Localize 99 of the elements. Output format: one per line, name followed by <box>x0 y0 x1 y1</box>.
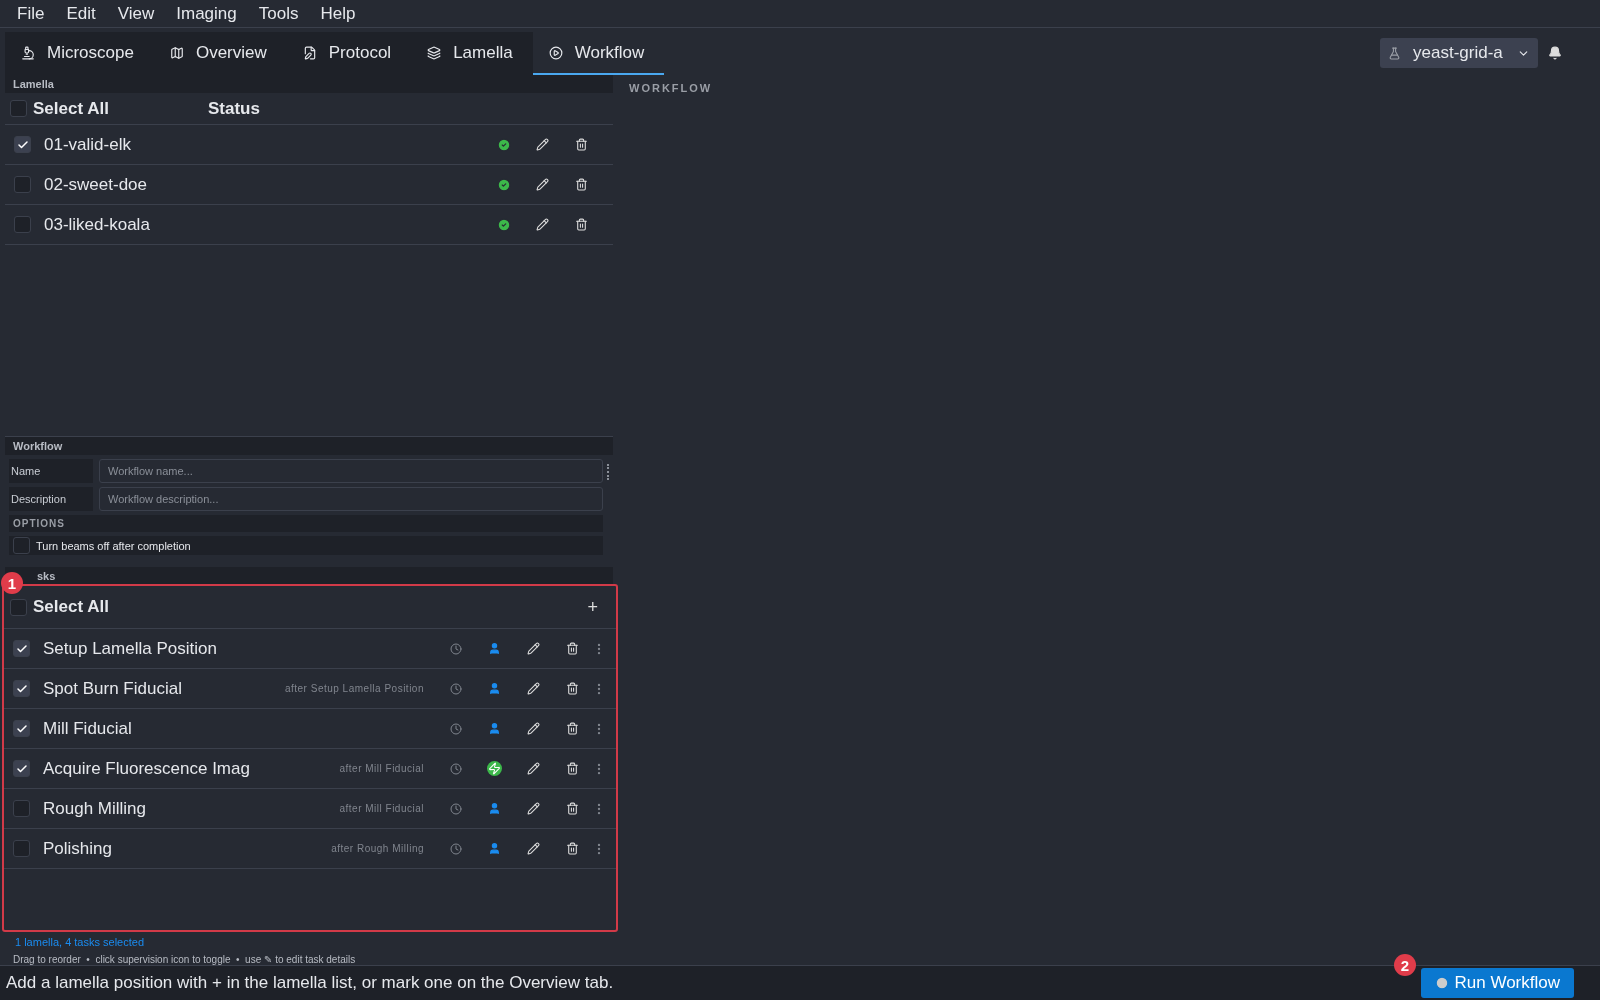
section-title: Lamella <box>5 75 613 93</box>
menu-item[interactable]: File <box>8 3 54 24</box>
task-name: Setup Lamella Position <box>43 638 218 659</box>
input-field[interactable]: Workflow description... <box>99 487 603 511</box>
checkbox[interactable] <box>13 640 30 657</box>
edit-icon[interactable] <box>527 802 540 815</box>
delete-icon[interactable] <box>566 682 579 695</box>
option-label: Turn beams off after completion <box>36 539 191 552</box>
dependency-label: after Mill Fiducial <box>339 763 424 774</box>
run-workflow-button[interactable]: Run Workflow <box>1420 968 1574 998</box>
clock-icon[interactable] <box>449 842 462 855</box>
dependency-label: after Mill Fiducial <box>339 803 424 814</box>
checkbox[interactable] <box>10 100 27 117</box>
delete-icon[interactable] <box>566 722 579 735</box>
menu-item[interactable]: Help <box>311 3 365 24</box>
checkmark-icon <box>16 138 29 151</box>
lamella-name: 03-liked-koala <box>44 214 150 235</box>
checkbox[interactable] <box>14 216 31 233</box>
dependency-label: after Setup Lamella Position <box>284 683 424 694</box>
edit-icon[interactable] <box>536 218 549 231</box>
checkbox[interactable] <box>14 176 31 193</box>
layers-icon <box>427 45 442 60</box>
clock-icon[interactable] <box>449 642 462 655</box>
delete-icon[interactable] <box>566 642 579 655</box>
person-icon[interactable] <box>488 682 501 695</box>
select-all-label[interactable]: Select All <box>33 98 208 119</box>
section-title: OPTIONS <box>9 515 603 532</box>
flask-icon <box>1388 46 1401 60</box>
annotation-badge: 1 <box>1 572 23 594</box>
clock-icon[interactable] <box>449 722 462 735</box>
checkbox[interactable] <box>14 136 31 153</box>
hint-text: Drag to reorder • click supervision icon to toggle • use ✎ to edit task details <box>12 953 357 965</box>
edit-icon[interactable] <box>536 178 549 191</box>
checkbox[interactable] <box>13 720 30 737</box>
select-all-label[interactable]: Select All <box>33 597 109 617</box>
person-icon[interactable] <box>488 842 501 855</box>
task-name: Acquire Fluorescence Imag <box>43 758 250 779</box>
add-button[interactable]: + <box>581 595 604 619</box>
edit-icon[interactable] <box>527 682 540 695</box>
tab[interactable]: Protocol <box>286 32 412 75</box>
splitter-handle[interactable] <box>607 464 611 480</box>
task-name: Rough Milling <box>43 798 147 819</box>
annotation-badge: 2 <box>1394 954 1416 976</box>
checkbox[interactable] <box>13 680 30 697</box>
delete-icon[interactable] <box>575 218 588 231</box>
clock-icon[interactable] <box>449 762 462 775</box>
person-icon[interactable] <box>488 642 501 655</box>
section-title: sks <box>37 570 56 582</box>
menu-item[interactable]: View <box>108 3 164 24</box>
clock-icon[interactable] <box>449 682 462 695</box>
column-header: Status <box>208 98 260 119</box>
edit-icon[interactable] <box>527 762 540 775</box>
field-label: Description <box>9 487 93 511</box>
tab[interactable]: Lamella <box>411 32 533 75</box>
person-icon[interactable] <box>488 802 501 815</box>
panel-title: WORKFLOW <box>629 82 714 94</box>
checkbox[interactable] <box>10 598 27 616</box>
person-icon[interactable] <box>488 722 501 735</box>
lamella-name: 02-sweet-doe <box>44 174 147 195</box>
experiment-select[interactable]: yeast-grid-a <box>1380 38 1538 68</box>
menu-item[interactable]: Edit <box>57 3 105 24</box>
checkbox[interactable] <box>13 840 30 857</box>
edit-icon[interactable] <box>527 842 540 855</box>
lamella-name: 01-valid-elk <box>44 134 131 155</box>
checkbox[interactable] <box>13 760 30 777</box>
status-message: Add a lamella position with + in the lamella list, or mark one on the Overview tab. <box>6 973 614 993</box>
tab[interactable]: Workflow <box>532 32 665 75</box>
delete-icon[interactable] <box>566 762 579 775</box>
menu-item[interactable]: Imaging <box>167 3 246 24</box>
checkbox[interactable] <box>13 537 30 554</box>
map-icon <box>169 45 184 60</box>
checkmark-icon <box>15 762 28 775</box>
edit-icon[interactable] <box>527 642 540 655</box>
tab[interactable]: Microscope <box>5 32 154 75</box>
checkmark-icon <box>15 642 28 655</box>
checkbox[interactable] <box>13 800 30 817</box>
selection-summary: 1 lamella, 4 tasks selected <box>14 935 145 948</box>
task-name: Polishing <box>43 838 113 859</box>
section-title: Workflow <box>5 436 613 455</box>
clock-icon[interactable] <box>449 802 462 815</box>
bell-icon[interactable] <box>1548 46 1562 60</box>
dependency-label: after Rough Milling <box>331 843 424 854</box>
task-name: Spot Burn Fiducial <box>43 678 183 699</box>
document-icon <box>302 45 317 60</box>
bolt-icon[interactable] <box>487 761 502 776</box>
menu-item[interactable]: Tools <box>249 3 308 24</box>
task-name: Mill Fiducial <box>43 718 133 739</box>
delete-icon[interactable] <box>575 138 588 151</box>
edit-icon[interactable] <box>527 722 540 735</box>
delete-icon[interactable] <box>566 802 579 815</box>
delete-icon[interactable] <box>575 178 588 191</box>
field-label: Name <box>9 459 93 483</box>
microscope-icon <box>21 45 35 60</box>
edit-icon[interactable] <box>536 138 549 151</box>
input-field[interactable]: Workflow name... <box>99 459 603 483</box>
tab[interactable]: Overview <box>153 32 287 75</box>
delete-icon[interactable] <box>566 842 579 855</box>
checkmark-icon <box>15 682 28 695</box>
checkmark-icon <box>15 722 28 735</box>
